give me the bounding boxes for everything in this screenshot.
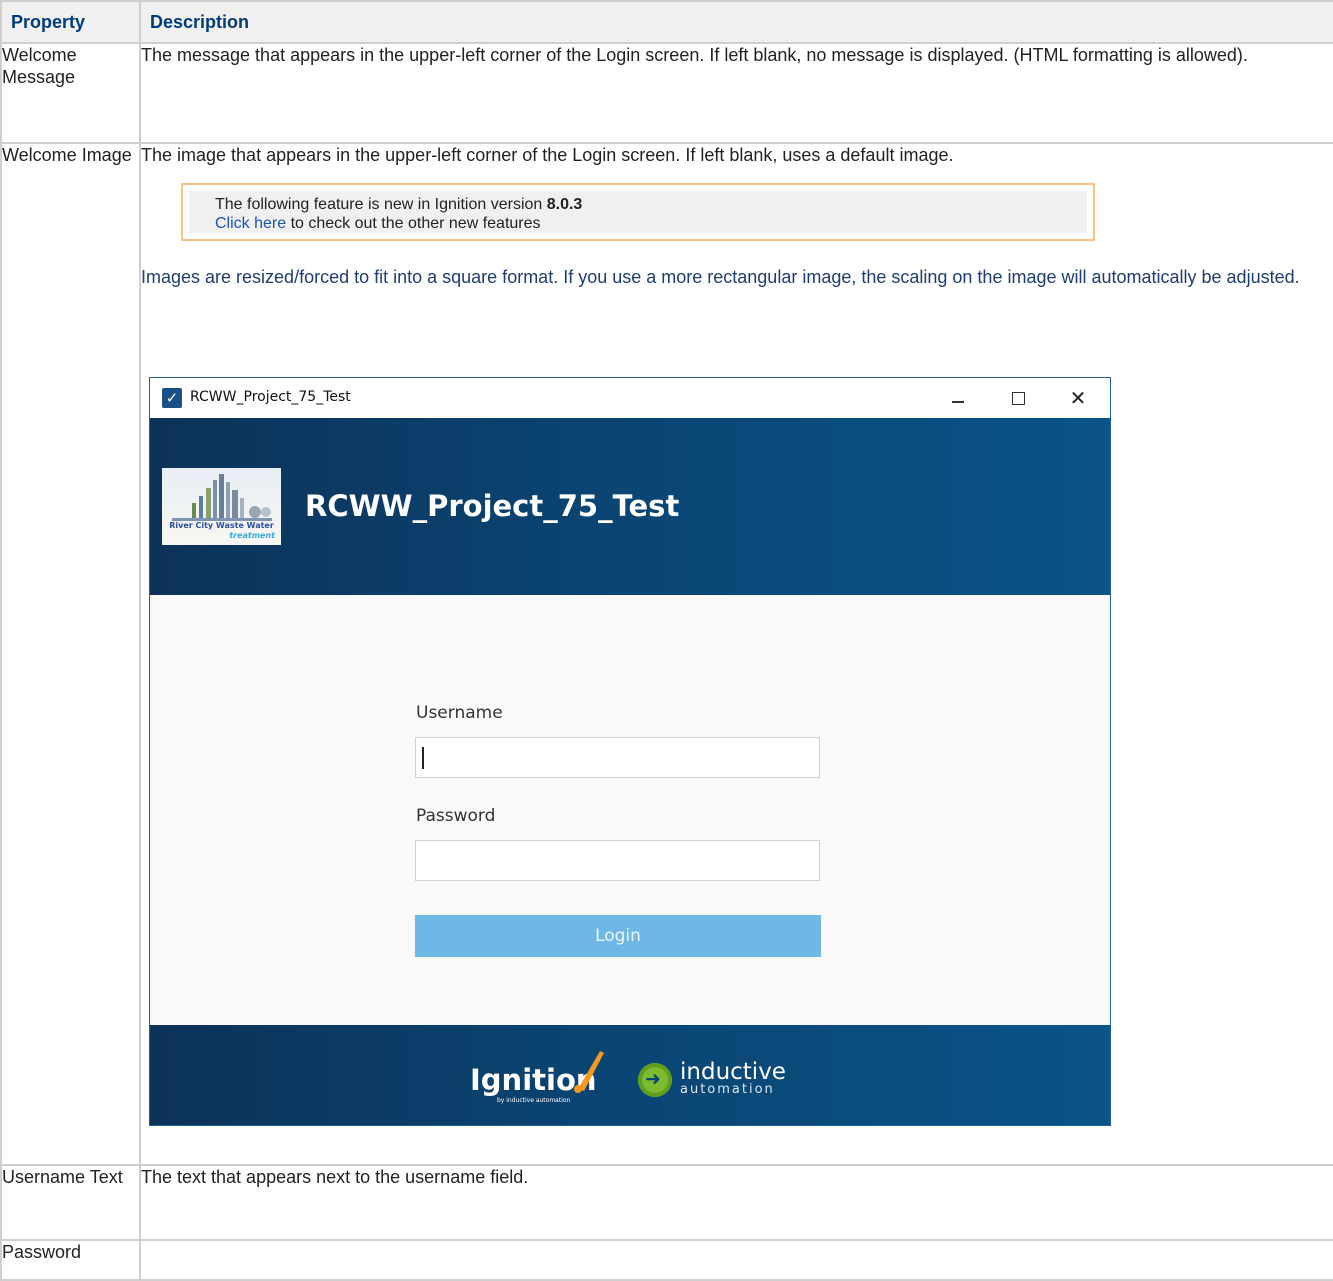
maximize-button[interactable] [1003,382,1033,414]
minimize-icon [952,401,964,403]
ignition-flame-icon [574,1051,604,1093]
ignition-logo: Ignition by inductive automation [470,1051,604,1104]
inductive-gear-icon: ➜ [638,1063,672,1097]
login-window-screenshot: ✓ RCWW_Project_75_Test ✕ River City Wast… [149,377,1111,1126]
logo-line2: treatment [229,531,275,540]
project-title: RCWW_Project_75_Test [305,489,680,523]
arrow-right-icon: ➜ [645,1068,661,1090]
new-feature-line: The following feature is new in Ignition… [215,195,1087,214]
property-description: The image that appears in the upper-left… [141,145,954,165]
header-description: Description [139,0,1333,44]
welcome-image-logo: River City Waste Water treatment [162,468,281,545]
skyline-icon [172,474,272,521]
table-row: Password [0,1239,1333,1281]
window-title: RCWW_Project_75_Test [190,389,351,405]
app-check-icon: ✓ [162,388,182,408]
automation-text: automation [680,1082,775,1097]
login-banner: River City Waste Water treatment RCWW_Pr… [150,418,1110,595]
maximize-icon [1012,392,1025,405]
property-description: The text that appears next to the userna… [139,1164,1333,1241]
property-name: Welcome Image [0,142,141,1166]
click-here-link[interactable]: Click here [215,215,286,232]
ignition-logo-sub: by inductive automation [497,1097,571,1104]
minimize-button[interactable] [943,382,973,414]
property-name: Password [0,1239,141,1281]
login-footer: Ignition by inductive automation ➜ induc… [150,1025,1110,1125]
login-button[interactable]: Login [415,915,821,957]
new-feature-panel-body: The following feature is new in Ignition… [189,191,1087,233]
version-number: 8.0.3 [546,196,583,213]
logo-line1: River City Waste Water [169,521,274,530]
new-feature-text: The following feature is new in Ignition… [215,196,547,213]
new-feature-panel: The following feature is new in Ignition… [181,183,1095,241]
header-property: Property [0,0,141,44]
window-titlebar: ✓ RCWW_Project_75_Test ✕ [150,378,1110,418]
close-button[interactable]: ✕ [1063,382,1093,414]
close-icon: ✕ [1069,386,1087,410]
table-row: Username Text The text that appears next… [0,1164,1333,1241]
table-row: Welcome Message The message that appears… [0,42,1333,144]
property-name: Username Text [0,1164,141,1241]
password-label: Password [416,806,496,826]
inductive-automation-logo: inductive automation [680,1061,786,1097]
property-description [139,1239,1333,1281]
username-field[interactable] [415,737,820,778]
property-description: The message that appears in the upper-le… [139,42,1333,144]
property-name: Welcome Message [0,42,141,144]
text-caret [422,747,424,769]
new-feature-link-line: Click here to check out the other new fe… [215,214,1087,233]
new-feature-link-suffix: to check out the other new features [286,215,541,232]
username-label: Username [416,703,503,723]
image-scaling-note: Images are resized/forced to fit into a … [141,267,1300,287]
password-field[interactable] [415,840,820,881]
